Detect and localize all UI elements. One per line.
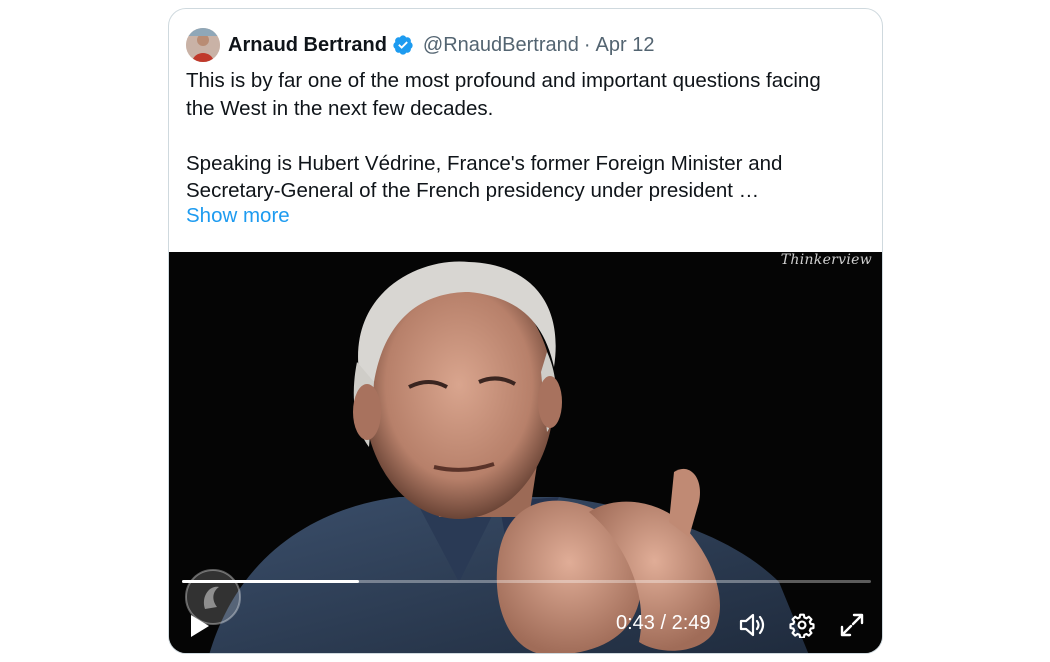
video-progress-bar[interactable] xyxy=(182,580,871,583)
tweet-header: Arnaud Bertrand @RnaudBertrand · Apr 12 xyxy=(186,28,654,62)
tweet-text-line: Speaking is Hubert Védrine, France's for… xyxy=(186,151,783,175)
video-time: 0:43 / 2:49 xyxy=(616,612,711,635)
avatar[interactable] xyxy=(186,28,220,62)
video-current-time: 0:43 xyxy=(616,612,655,634)
video-time-separator: / xyxy=(654,612,672,634)
author-name[interactable]: Arnaud Bertrand xyxy=(228,34,387,57)
separator-dot: · xyxy=(583,33,591,56)
tweet-text-line: the West in the next few decades. xyxy=(186,96,494,120)
author-handle[interactable]: @RnaudBertrand xyxy=(423,34,579,57)
tweet-text: This is by far one of the most profound … xyxy=(186,67,876,205)
fullscreen-icon[interactable] xyxy=(839,612,865,643)
video-frame xyxy=(169,252,882,653)
volume-icon[interactable] xyxy=(738,612,768,643)
video-progress-fill xyxy=(182,580,360,583)
gear-icon[interactable] xyxy=(789,612,815,643)
tweet-date[interactable]: Apr 12 xyxy=(596,34,655,57)
verified-badge-icon xyxy=(392,34,414,56)
tweet-text-line: Secretary-General of the French presiden… xyxy=(186,179,760,202)
video-player[interactable]: Thinkerview 0:43 / 2:49 xyxy=(169,252,882,653)
video-duration: 2:49 xyxy=(671,612,711,634)
tweet-card[interactable]: Arnaud Bertrand @RnaudBertrand · Apr 12 … xyxy=(168,8,883,654)
play-icon[interactable] xyxy=(189,614,211,643)
show-more-link[interactable]: Show more xyxy=(186,204,290,228)
tweet-text-line: This is by far one of the most profound … xyxy=(186,69,821,92)
video-watermark: Thinkerview xyxy=(780,252,872,268)
